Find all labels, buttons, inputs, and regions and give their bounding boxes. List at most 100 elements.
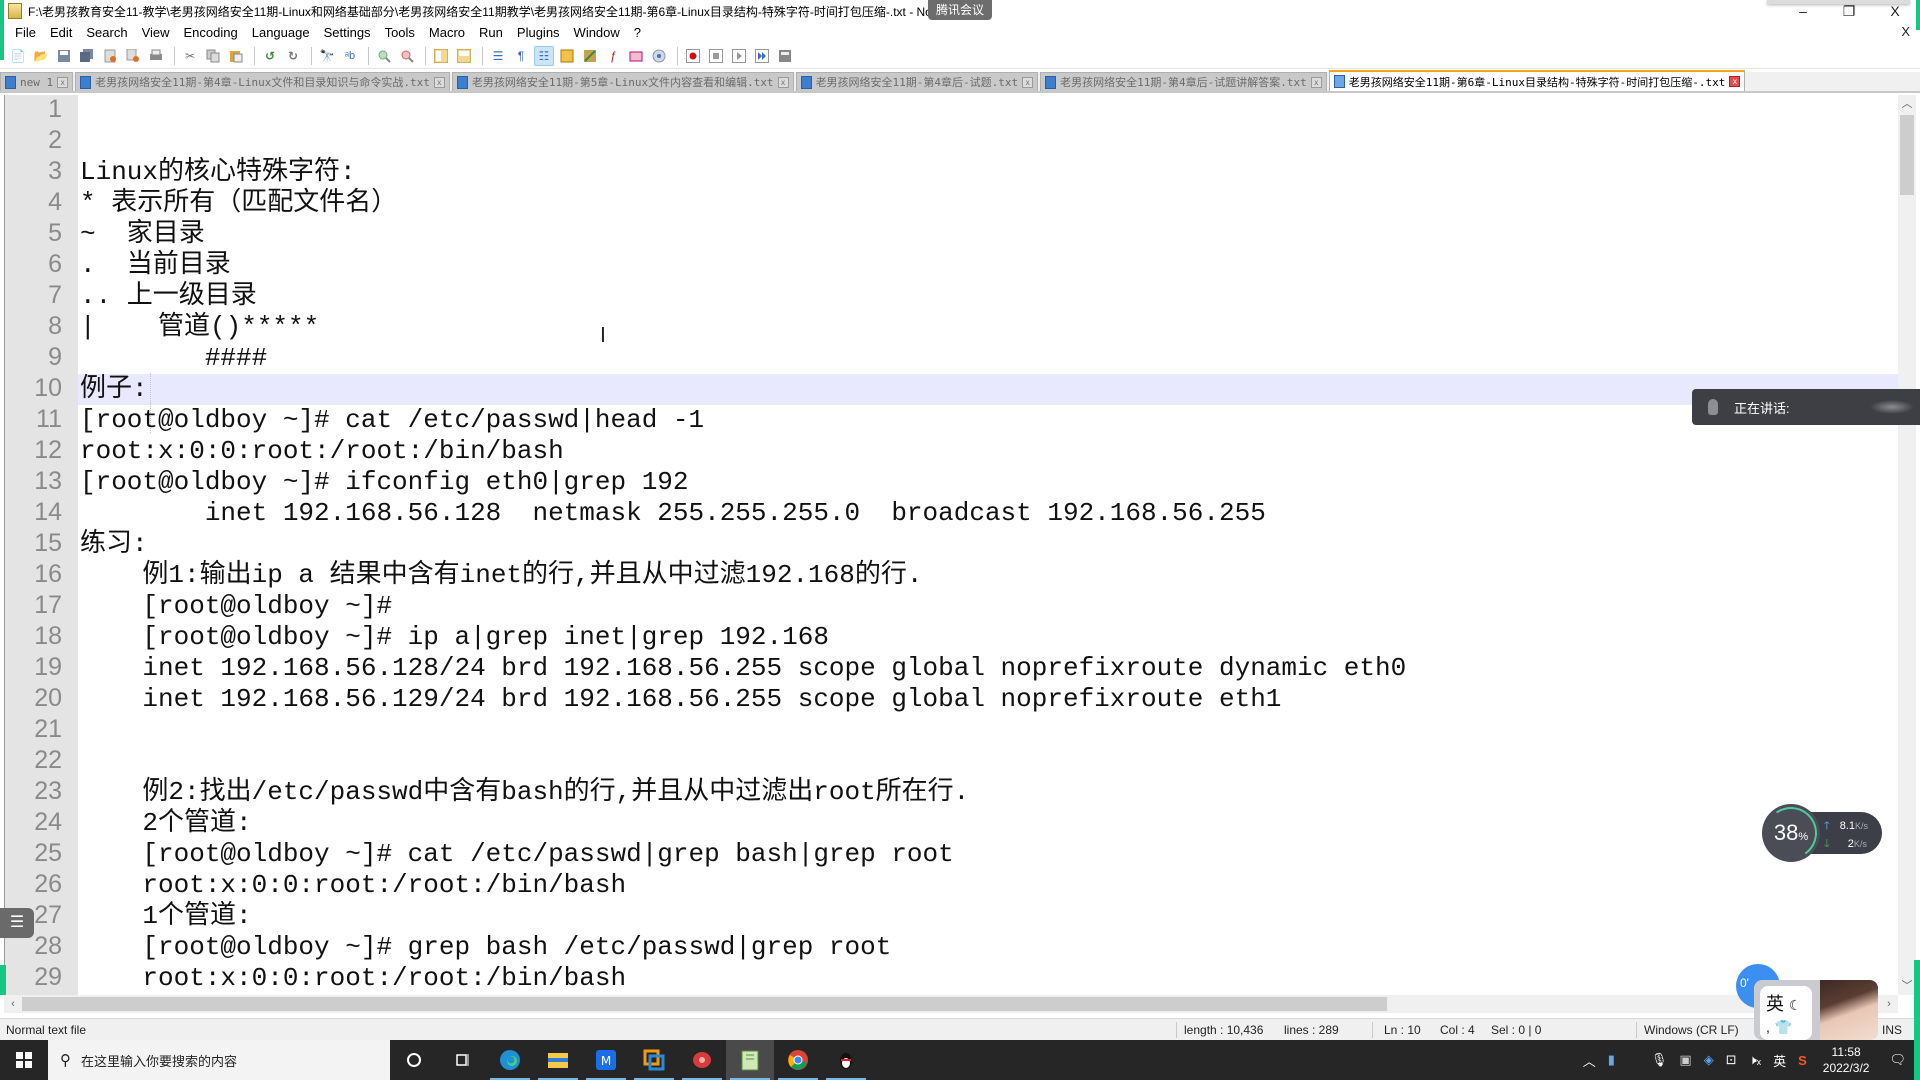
- minimize-button[interactable]: –: [1780, 0, 1826, 22]
- editor[interactable]: 1 2 3 4 5 6 7 8 9 10 11 12 13 14 15 16 17 18 19 20 21 22 23 24 2…: [0, 95, 1920, 995]
- taskbar-app-m[interactable]: M: [582, 1040, 630, 1080]
- horizontal-scrollbar[interactable]: ‹ ›: [4, 995, 1898, 1013]
- document-map-icon[interactable]: [580, 46, 600, 66]
- taskbar-app-edge[interactable]: [486, 1040, 534, 1080]
- user-defined-language-icon[interactable]: [557, 46, 577, 66]
- side-panel-handle-icon[interactable]: ☰: [0, 908, 34, 938]
- menu-file[interactable]: File: [8, 22, 43, 43]
- save-icon[interactable]: [54, 46, 74, 66]
- find-icon[interactable]: 🔭: [317, 46, 337, 66]
- taskbar-app-xshell[interactable]: [678, 1040, 726, 1080]
- action-center-icon[interactable]: 🗨: [1889, 1052, 1906, 1068]
- ime-skin-widget[interactable]: 英 ☾ , 👕: [1754, 980, 1878, 1040]
- vertical-scroll-thumb[interactable]: [1900, 115, 1914, 195]
- menu-view[interactable]: View: [135, 22, 177, 43]
- show-all-characters-icon[interactable]: ¶: [511, 46, 531, 66]
- usb-drive-icon[interactable]: ▮: [1608, 1052, 1615, 1068]
- menu-search[interactable]: Search: [79, 22, 134, 43]
- horizontal-scroll-thumb[interactable]: [22, 997, 1387, 1011]
- tab-close-icon[interactable]: x: [1310, 76, 1322, 88]
- zoom-in-icon[interactable]: [374, 46, 394, 66]
- tab-close-icon[interactable]: x: [57, 76, 69, 88]
- menu-run[interactable]: Run: [472, 22, 510, 43]
- input-language-indicator[interactable]: 英: [1773, 1051, 1786, 1070]
- meeting-badge[interactable]: 腾讯会议: [928, 0, 993, 20]
- copy-icon[interactable]: [203, 46, 223, 66]
- record-macro-icon[interactable]: [683, 46, 703, 66]
- taskbar-app-notepad-plus-plus[interactable]: [726, 1040, 774, 1080]
- save-all-icon[interactable]: [77, 46, 97, 66]
- cortana-button[interactable]: [390, 1040, 438, 1080]
- network-icon[interactable]: ⊡: [1726, 1052, 1737, 1068]
- security-shield-icon[interactable]: ◈: [1704, 1052, 1714, 1068]
- menu-macro[interactable]: Macro: [422, 22, 472, 43]
- sync-horizontal-icon[interactable]: [454, 46, 474, 66]
- close-file-icon[interactable]: [100, 46, 120, 66]
- undo-icon[interactable]: ↺: [260, 46, 280, 66]
- tab-close-icon[interactable]: x: [1022, 76, 1034, 88]
- indent-guide-icon[interactable]: ☷: [534, 45, 554, 66]
- tab-5[interactable]: 老男孩网络安全11期-第4章后-试题讲解答案.txt x: [1040, 72, 1327, 91]
- menu-encoding[interactable]: Encoding: [177, 22, 245, 43]
- code-line: 例2:找出/etc/passwd中含有bash的行,并且从中过滤出root所在行…: [80, 777, 970, 807]
- scroll-up-arrow-icon[interactable]: ︿: [1898, 95, 1916, 113]
- tab-2[interactable]: 老男孩网络安全11期-第4章-Linux文件和目录知识与命令实战.txt x: [75, 72, 450, 91]
- zoom-out-icon[interactable]: [397, 46, 417, 66]
- open-file-icon[interactable]: 📂: [31, 46, 51, 66]
- taskbar-app-chrome[interactable]: [774, 1040, 822, 1080]
- redo-icon[interactable]: ↻: [283, 46, 303, 66]
- menu-edit[interactable]: Edit: [43, 22, 79, 43]
- menu-plugins[interactable]: Plugins: [510, 22, 567, 43]
- tab-close-icon[interactable]: x: [433, 76, 445, 88]
- vmware-icon: [643, 1049, 665, 1071]
- tab-6[interactable]: 老男孩网络安全11期-第6章-Linux目录结构-特殊字符-时间打包压缩-.tx…: [1328, 70, 1746, 91]
- replace-icon[interactable]: ᵃb: [340, 46, 360, 66]
- sogou-input-icon[interactable]: S: [1798, 1053, 1807, 1068]
- taskbar-search[interactable]: ⚲ 在这里输入你要搜索的内容: [48, 1040, 390, 1080]
- folder-as-workspace-icon[interactable]: [626, 46, 646, 66]
- start-button[interactable]: [0, 1040, 48, 1080]
- tab-3[interactable]: 老男孩网络安全11期-第5章-Linux文件内容查看和编辑.txt x: [451, 72, 794, 91]
- cut-icon[interactable]: ✂: [180, 46, 200, 66]
- save-macro-icon[interactable]: [775, 46, 795, 66]
- run-macro-multiple-icon[interactable]: [752, 46, 772, 66]
- tab-close-icon[interactable]: x: [1729, 76, 1741, 87]
- tab-1[interactable]: new 1x: [0, 72, 74, 91]
- close-button[interactable]: X: [1872, 0, 1918, 22]
- volume-muted-icon[interactable]: 🕨ₓ: [1749, 1052, 1761, 1068]
- taskbar-app-qq[interactable]: [822, 1040, 870, 1080]
- tab-close-icon[interactable]: x: [777, 76, 789, 88]
- show-hidden-icons-chevron-icon[interactable]: ︿: [1583, 1051, 1596, 1070]
- taskbar-app-vmware[interactable]: [630, 1040, 678, 1080]
- function-list-icon[interactable]: ƒ: [603, 46, 623, 66]
- close-all-icon[interactable]: [123, 46, 143, 66]
- menu-window[interactable]: Window: [567, 22, 627, 43]
- monitoring-icon[interactable]: [649, 46, 669, 66]
- microphone-icon[interactable]: 🎙: [1651, 1052, 1668, 1068]
- tab-4[interactable]: 老男孩网络安全11期-第4章后-试题.txt x: [795, 72, 1039, 91]
- eol-format[interactable]: Windows (CR LF): [1644, 1023, 1739, 1037]
- restore-button[interactable]: ❐: [1826, 0, 1872, 22]
- menu-help[interactable]: ?: [627, 22, 648, 43]
- print-icon[interactable]: [146, 46, 166, 66]
- ime-status-box[interactable]: 英 ☾ , 👕: [1760, 986, 1812, 1040]
- word-wrap-icon[interactable]: ☰: [488, 46, 508, 66]
- taskbar-app-file-explorer[interactable]: [534, 1040, 582, 1080]
- vertical-scrollbar[interactable]: ︿ ﹀: [1898, 95, 1916, 995]
- scroll-left-arrow-icon[interactable]: ‹: [4, 995, 22, 1013]
- clock[interactable]: 11:58 2022/3/2: [1823, 1044, 1870, 1076]
- menu-settings[interactable]: Settings: [317, 22, 378, 43]
- menu-language[interactable]: Language: [245, 22, 317, 43]
- stop-recording-icon[interactable]: [706, 46, 726, 66]
- tray-app-icon[interactable]: ▣: [1679, 1052, 1691, 1068]
- play-macro-icon[interactable]: [729, 46, 749, 66]
- paste-icon[interactable]: [226, 46, 246, 66]
- new-file-icon[interactable]: 📄: [8, 46, 28, 66]
- network-speed-widget[interactable]: 38% 🡑 8.1K/s 🡓 2K/s: [1760, 802, 1882, 864]
- insert-mode[interactable]: INS: [1882, 1023, 1902, 1037]
- sync-vertical-icon[interactable]: [431, 46, 451, 66]
- menu-tools[interactable]: Tools: [378, 22, 422, 43]
- scroll-right-arrow-icon[interactable]: ›: [1880, 995, 1898, 1013]
- task-view-button[interactable]: [438, 1040, 486, 1080]
- text-area[interactable]: Linux的核心特殊字符: * 表示所有（匹配文件名） ~ 家目录. 当前目录.. …: [78, 95, 1898, 995]
